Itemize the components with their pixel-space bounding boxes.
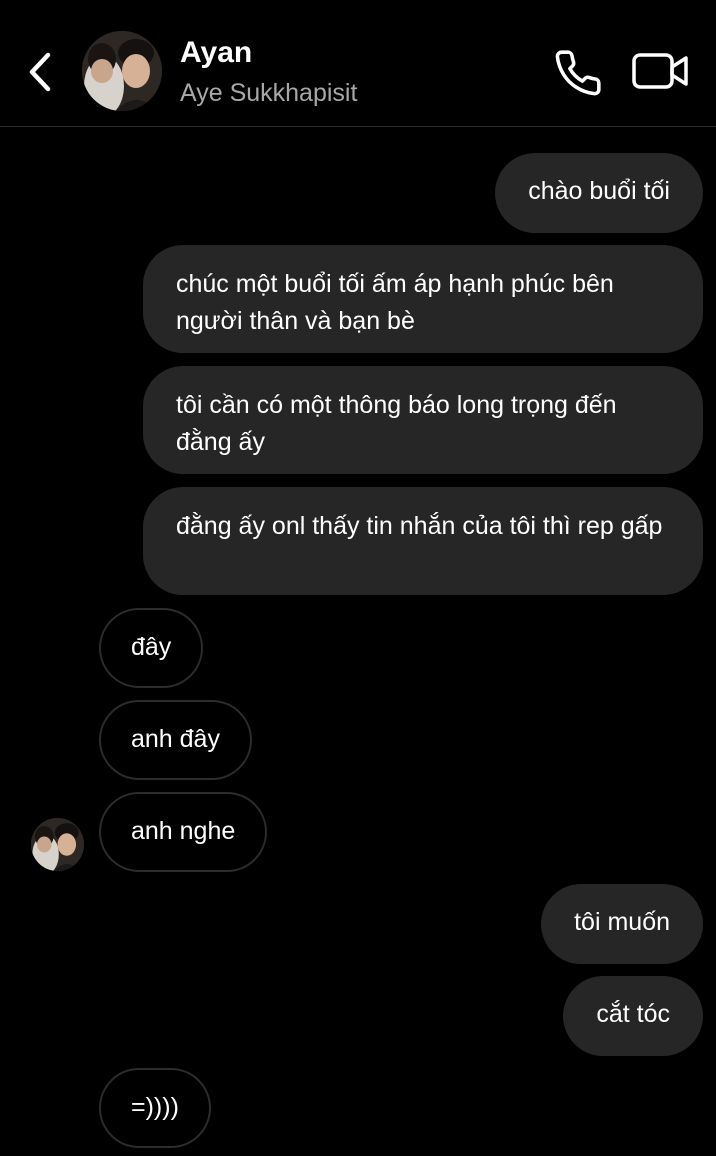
received-message[interactable]: =)))) xyxy=(99,1068,211,1148)
contact-avatar[interactable] xyxy=(82,31,162,111)
contact-name[interactable]: Ayan xyxy=(180,36,252,70)
voice-call-button[interactable] xyxy=(553,48,603,98)
sender-avatar[interactable] xyxy=(31,818,84,871)
avatar-photo xyxy=(31,818,84,871)
chevron-left-icon xyxy=(29,52,51,92)
video-camera-icon xyxy=(632,53,688,89)
avatar-photo xyxy=(82,31,162,111)
phone-icon xyxy=(555,50,601,96)
chat-header: Ayan Aye Sukkhapisit xyxy=(0,0,716,127)
sent-message[interactable]: tôi cần có một thông báo long trọng đến … xyxy=(143,366,703,474)
contact-username[interactable]: Aye Sukkhapisit xyxy=(180,79,357,108)
sent-message[interactable]: chào buổi tối xyxy=(495,153,703,233)
received-message[interactable]: anh nghe xyxy=(99,792,268,872)
sent-message[interactable]: tôi muốn xyxy=(541,884,703,964)
sent-message[interactable]: đằng ấy onl thấy tin nhắn của tôi thì re… xyxy=(143,487,703,595)
video-call-button[interactable] xyxy=(631,50,691,94)
received-message[interactable]: đây xyxy=(99,608,204,688)
sent-message[interactable]: cắt tóc xyxy=(563,976,703,1056)
back-button[interactable] xyxy=(22,50,58,94)
sent-message[interactable]: chúc một buổi tối ấm áp hạnh phúc bên ng… xyxy=(143,245,703,353)
received-message[interactable]: anh đây xyxy=(99,700,252,780)
